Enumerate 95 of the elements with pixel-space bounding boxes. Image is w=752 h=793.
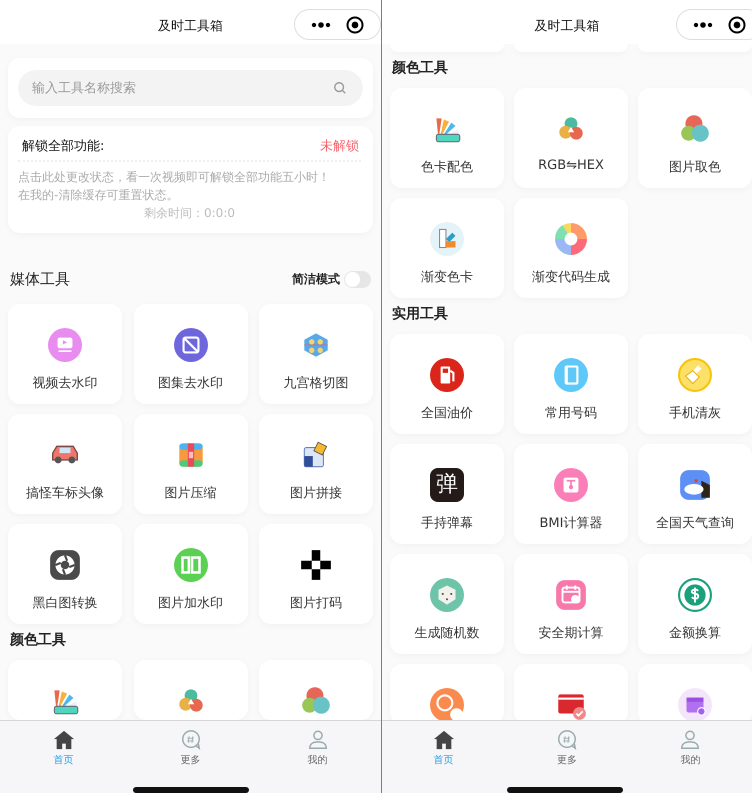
unlock-status: 未解锁 [320,138,359,156]
tool-card[interactable]: 黑白图转换 [8,524,122,624]
search-field[interactable]: 输入工具名称搜索 [18,70,363,106]
tool-label: BMI计算器 [540,515,602,532]
tab-item[interactable]: 更多 [505,721,629,777]
stamp-icon [174,548,208,582]
user-icon [306,729,328,751]
tab-item[interactable]: 更多 [127,721,254,777]
tool-card[interactable]: 图片取色 [638,88,752,188]
cloud-icon [678,468,712,502]
tool-label: 九宫格切图 [284,375,348,392]
fuel-pump-icon [430,358,464,392]
car-icon [52,445,78,464]
tool-card[interactable] [134,660,248,720]
tool-card[interactable]: 视频去水印 [8,304,122,404]
page-title: 及时工具箱 [534,18,600,35]
tool-card[interactable]: BMI计算器 [514,444,628,544]
screen-icon [48,328,82,362]
tool-card[interactable]: 全国天气查询 [638,444,752,544]
section-title: 颜色工具 [392,59,448,77]
tool-card[interactable]: 搞怪车标头像 [8,414,122,514]
search-icon [333,81,347,95]
section-title: 媒体工具 [10,270,70,288]
tool-card[interactable]: 渐变色卡 [390,198,504,298]
swatch-icon [430,222,464,256]
chat-icon [556,729,578,751]
unlock-title: 解锁全部功能: [22,138,104,156]
scale-icon [554,468,588,502]
tool-card[interactable]: 安全期计算 [514,554,628,654]
tool-label: 安全期计算 [538,625,604,642]
tool-label: 图片加水印 [158,595,223,612]
tool-label: 全国油价 [421,405,473,422]
tool-card[interactable]: 图片拼接 [259,414,373,514]
image-icon [174,328,208,362]
tool-label: 黑白图转换 [32,595,98,612]
tool-card[interactable]: 九宫格切图 [259,304,373,404]
aperture-icon [48,548,82,582]
unlock-hint: 点击此处更改状态，看一次视频即可解锁全部功能五小时！ [18,169,331,186]
tool-card[interactable]: 图片打码 [259,524,373,624]
text-icon: 弹 [430,468,464,502]
notebook-icon [554,358,588,392]
tab-item[interactable]: 我的 [628,721,752,777]
tool-label: 手持弹幕 [421,515,473,532]
tool-label: 图片取色 [669,159,721,176]
tool-label: 搞怪车标头像 [26,485,104,502]
tool-label: 生成随机数 [414,625,480,642]
page-title: 及时工具箱 [157,18,224,35]
capsule-button[interactable] [294,9,381,40]
section-title: 实用工具 [392,305,448,323]
home-icon [432,729,455,751]
tool-label: 渐变代码生成 [532,269,610,286]
tool-label: RGB⇋HEX [538,158,604,173]
tool-label: 图片拼接 [290,485,342,502]
brush-icon [678,358,712,392]
tool-label: 金额换算 [669,625,721,642]
tool-label: 全国天气查询 [656,515,734,532]
cross-icon [299,548,333,582]
tool-label: 常用号码 [545,405,597,422]
target-icon [345,14,366,34]
tool-card[interactable]: 金额换算 [638,554,752,654]
unlock-hint: 在我的-清除缓存可重置状态。 [18,187,180,204]
section-title: 颜色工具 [10,631,66,649]
tool-label: 手机清灰 [669,405,721,422]
tool-card[interactable]: 渐变代码生成 [514,198,628,298]
color-wheel-icon [554,222,588,256]
tool-card[interactable]: 常用号码 [514,334,628,434]
chat-icon [180,729,202,751]
remaining-time: 剩余时间：0:0:0 [143,205,236,222]
tool-label: 视频去水印 [32,375,98,392]
tool-card[interactable]: 图集去水印 [134,304,248,404]
toggle-switch[interactable] [344,270,371,288]
target-icon [727,14,748,34]
tool-card[interactable]: 弹 手持弹幕 [390,444,504,544]
tool-label: 图片压缩 [164,485,216,502]
tool-card[interactable]: 图片加水印 [134,524,248,624]
tool-label: 渐变色卡 [421,269,473,286]
tool-card[interactable]: 全国油价 [390,334,504,434]
tab-item[interactable]: 我的 [254,721,381,777]
tool-label: 图片打码 [290,595,342,612]
tool-card[interactable]: RGB⇋HEX [514,88,628,188]
tool-card[interactable]: 手机清灰 [638,334,752,434]
toggle-label: 简洁模式 [292,270,340,288]
capsule-button[interactable] [676,9,752,40]
tool-label: 色卡配色 [421,159,473,176]
tool-card[interactable] [259,660,373,720]
user-icon [679,729,702,751]
tool-label: 图集去水印 [158,375,223,392]
dollar-coin-icon [678,578,712,612]
home-icon [52,729,74,751]
tool-card[interactable]: 图片压缩 [134,414,248,514]
tool-card[interactable]: 色卡配色 [390,88,504,188]
dice-icon [430,578,464,612]
calendar-icon [554,578,588,612]
tool-card[interactable] [8,660,122,720]
tool-card[interactable]: 生成随机数 [390,554,504,654]
